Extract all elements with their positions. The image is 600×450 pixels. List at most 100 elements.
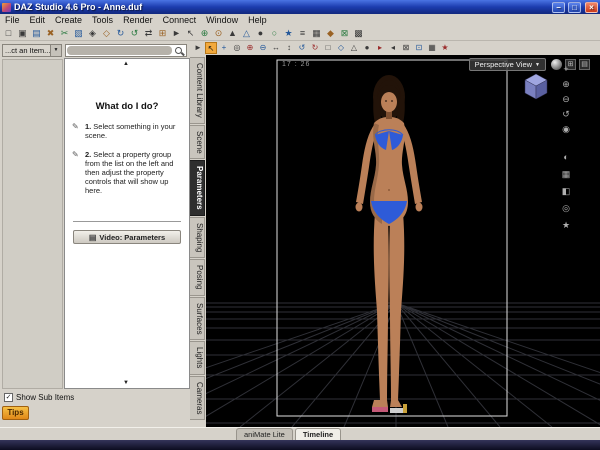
tool-icon[interactable]: ●	[254, 27, 267, 40]
tool-icon[interactable]: ↖	[184, 27, 197, 40]
film-icon: ▤	[89, 233, 97, 242]
show-sub-items-label: Show Sub Items	[16, 393, 74, 402]
tool-icon[interactable]: □	[322, 42, 334, 54]
viewport-nav-icon[interactable]: ↺	[560, 108, 572, 120]
menu-item[interactable]: Create	[50, 14, 87, 26]
tool-icon[interactable]: ↕	[283, 42, 295, 54]
tool-icon[interactable]: ◂	[387, 42, 399, 54]
tool-icon[interactable]: ▩	[352, 27, 365, 40]
viewport-nav-icon[interactable]: ⊖	[560, 93, 572, 105]
step-body: Select a property group from the list on…	[85, 150, 173, 195]
tool-icon[interactable]: ↺	[296, 42, 308, 54]
chevron-down-icon[interactable]: ▼	[50, 45, 61, 56]
viewport-nav-icon[interactable]: +	[560, 63, 572, 75]
camera-tool-icon[interactable]: ◧	[560, 185, 572, 197]
tool-icon[interactable]: ▲	[226, 27, 239, 40]
show-sub-items-option[interactable]: ✓ Show Sub Items	[4, 393, 74, 402]
tool-icon[interactable]: ↻	[309, 42, 321, 54]
tool-icon[interactable]: ⇄	[142, 27, 155, 40]
tool-icon[interactable]: ✖	[44, 27, 57, 40]
tips-button[interactable]: Tips	[2, 406, 29, 420]
tool-icon[interactable]: △	[348, 42, 360, 54]
tool-icon[interactable]: ▣	[16, 27, 29, 40]
side-tab[interactable]: Scene	[190, 125, 205, 160]
scroll-down-icon[interactable]: ▼	[123, 380, 129, 386]
side-tab[interactable]: Posing	[190, 259, 205, 295]
camera-tool-icon[interactable]: ★	[560, 219, 572, 231]
tool-icon[interactable]: ↺	[128, 27, 141, 40]
tool-icon[interactable]: ◇	[100, 27, 113, 40]
tool-icon[interactable]: ▦	[310, 27, 323, 40]
side-tab[interactable]: Parameters	[190, 160, 205, 216]
hand-right	[416, 203, 423, 212]
tool-icon[interactable]: ⊡	[413, 42, 425, 54]
tool-icon[interactable]: ⊕	[198, 27, 211, 40]
tool-icon[interactable]: ⊠	[338, 27, 351, 40]
hand-left	[356, 203, 363, 212]
tool-icon[interactable]: ▦	[426, 42, 438, 54]
search-input[interactable]	[65, 44, 187, 57]
side-tab[interactable]: Cameras	[190, 376, 205, 420]
tool-icon[interactable]: ◆	[324, 27, 337, 40]
side-tab[interactable]: Shaping	[190, 217, 205, 258]
tool-icon[interactable]: △	[240, 27, 253, 40]
tool-icon[interactable]: ○	[268, 27, 281, 40]
tool-icon[interactable]: ▸	[374, 42, 386, 54]
tool-icon[interactable]: ◈	[86, 27, 99, 40]
menu-item[interactable]: File	[0, 14, 25, 26]
tool-icon[interactable]: ●	[361, 42, 373, 54]
tool-icon[interactable]: ►	[170, 27, 183, 40]
menu-item[interactable]: Edit	[25, 14, 51, 26]
menu-item[interactable]: Tools	[87, 14, 118, 26]
video-parameters-label: Video: Parameters	[99, 233, 165, 242]
tool-icon[interactable]: ↔	[270, 42, 282, 54]
camera-tool-icon[interactable]: ◎	[560, 202, 572, 214]
close-button[interactable]: ×	[585, 2, 598, 13]
step-number: 1.	[85, 122, 91, 131]
tool-icon[interactable]: ★	[439, 42, 451, 54]
tool-icon[interactable]: ⊙	[212, 27, 225, 40]
video-parameters-button[interactable]: ▤ Video: Parameters	[73, 230, 181, 244]
viewport-nav-icon[interactable]: ◉	[560, 123, 572, 135]
tool-icon[interactable]: ▤	[30, 27, 43, 40]
tool-icon[interactable]: ↖	[205, 42, 217, 54]
help-panel: ▲ What do I do? ✎ 1.Select something in …	[64, 58, 190, 389]
menu-item[interactable]: Help	[243, 14, 272, 26]
maximize-button[interactable]: □	[568, 2, 581, 13]
tool-icon[interactable]: ⊕	[244, 42, 256, 54]
viewport-3d-scene[interactable]	[206, 55, 600, 427]
view-cube-gizmo[interactable]	[522, 71, 550, 101]
side-tab[interactable]: Content Library	[190, 57, 205, 124]
tool-icon[interactable]: ◇	[335, 42, 347, 54]
tool-icon[interactable]: ▧	[72, 27, 85, 40]
tool-icon[interactable]: +	[218, 42, 230, 54]
view-selector[interactable]: Perspective View ▼	[469, 58, 546, 71]
tool-icon[interactable]: ★	[282, 27, 295, 40]
scene-item-selector[interactable]: ...ct an Item... ▼	[2, 44, 62, 57]
property-group-list[interactable]	[2, 59, 63, 389]
tool-icon[interactable]: ⊖	[257, 42, 269, 54]
scroll-up-icon[interactable]: ▲	[123, 61, 129, 67]
side-tab[interactable]: Surfaces	[190, 297, 205, 341]
app-icon	[2, 3, 11, 12]
tool-icon[interactable]: ◎	[231, 42, 243, 54]
search-icon[interactable]	[174, 46, 184, 56]
menu-item[interactable]: Connect	[158, 14, 202, 26]
tool-icon[interactable]: ⊞	[156, 27, 169, 40]
tool-icon[interactable]: ⊠	[400, 42, 412, 54]
menu-item[interactable]: Render	[118, 14, 158, 26]
viewport-nav-icon[interactable]: ⊕	[560, 78, 572, 90]
side-tab[interactable]: Lights	[190, 341, 205, 374]
tool-icon[interactable]: ↻	[114, 27, 127, 40]
camera-tool-icon[interactable]: ◐	[560, 151, 572, 163]
tool-icon[interactable]: ✂	[58, 27, 71, 40]
viewport-options-icon[interactable]: ▤	[579, 59, 590, 70]
tool-icon[interactable]: ►	[192, 42, 204, 54]
tool-icon[interactable]: ≡	[296, 27, 309, 40]
minimize-button[interactable]: −	[552, 2, 565, 13]
menu-item[interactable]: Window	[201, 14, 243, 26]
show-sub-items-checkbox[interactable]: ✓	[4, 393, 13, 402]
viewport[interactable]: 17 : 26 Perspective View ▼ ⊞ ▤ + ⊕ ⊖ ↺ ◉…	[206, 55, 600, 427]
tool-icon[interactable]: □	[2, 27, 15, 40]
camera-tool-icon[interactable]: ▦	[560, 168, 572, 180]
